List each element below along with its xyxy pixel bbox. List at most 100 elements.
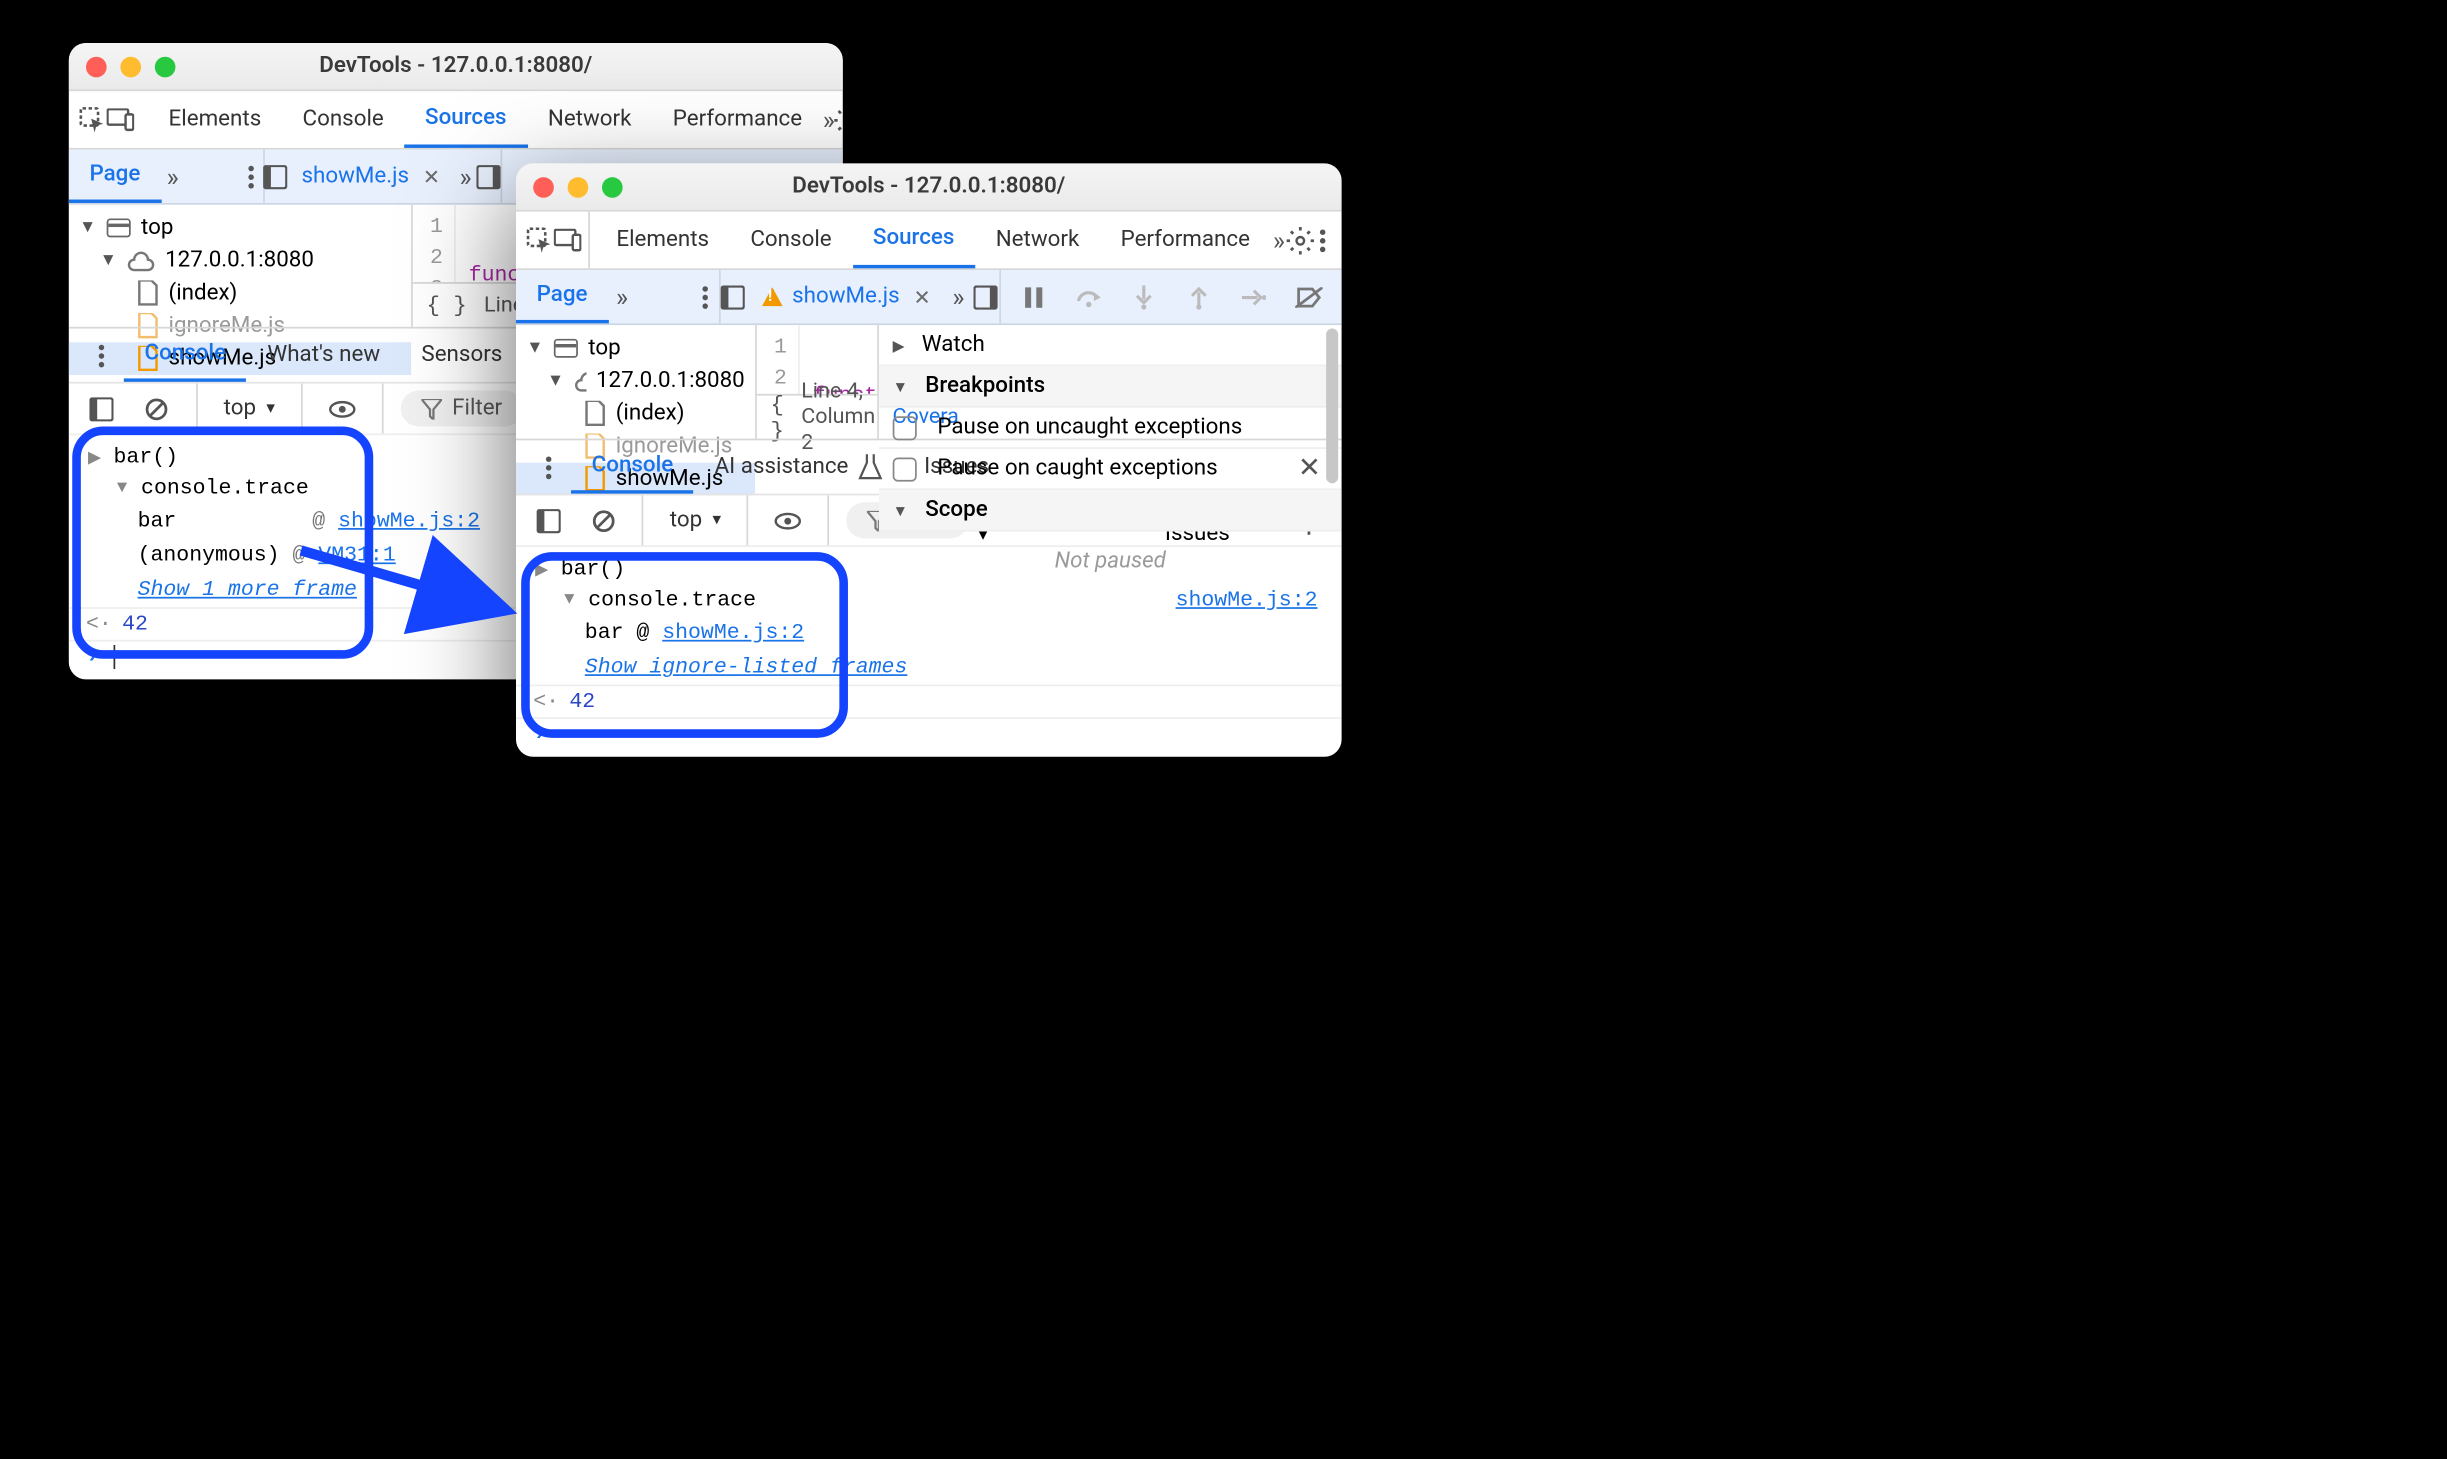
tab-network[interactable]: Network — [527, 91, 652, 148]
sidebar-toggle-icon[interactable] — [526, 498, 570, 543]
kebab-icon[interactable] — [526, 445, 571, 490]
trace-frame: bar @ showMe.js:2 — [516, 616, 1342, 650]
tab-sources[interactable]: Sources — [852, 212, 975, 269]
sidebar-toggle-icon[interactable] — [79, 386, 124, 431]
watch-section[interactable]: Watch — [879, 325, 1342, 366]
kebab-icon[interactable] — [1315, 218, 1332, 263]
window-traffic-lights[interactable] — [86, 56, 175, 77]
maximize-icon[interactable] — [155, 56, 176, 77]
step-over-icon[interactable] — [1066, 274, 1111, 319]
device-toggle-icon[interactable] — [107, 97, 135, 142]
source-link[interactable]: showMe.js:2 — [662, 621, 804, 645]
pretty-print-icon[interactable]: { } — [771, 391, 784, 443]
kebab-icon[interactable] — [79, 333, 124, 378]
tree-node-host[interactable]: ▼ 127.0.0.1:8080 — [516, 365, 755, 398]
file-tab-showme[interactable]: showMe.js ✕ — [288, 150, 454, 203]
panel-right-icon[interactable] — [477, 154, 501, 199]
window-traffic-lights[interactable] — [533, 176, 622, 197]
maximize-icon[interactable] — [602, 176, 623, 197]
file-tabs-overflow-icon[interactable] — [945, 274, 973, 319]
panel-left-icon[interactable] — [720, 274, 748, 319]
live-expression-icon[interactable] — [766, 498, 810, 543]
close-icon[interactable] — [533, 176, 554, 197]
tree-node-top[interactable]: ▼top — [516, 332, 755, 365]
inspect-icon[interactable] — [79, 97, 107, 142]
minimize-icon[interactable] — [568, 176, 589, 197]
tree-node-host[interactable]: ▼ 127.0.0.1:8080 — [69, 244, 411, 277]
navigator-overflow-icon[interactable] — [161, 154, 184, 199]
kebab-icon[interactable] — [691, 274, 719, 319]
device-toggle-icon[interactable] — [554, 218, 582, 263]
gear-icon[interactable] — [835, 97, 843, 142]
cloud-icon — [127, 250, 155, 271]
context-selector[interactable]: top — [215, 390, 284, 426]
breakpoints-section[interactable]: Breakpoints — [879, 366, 1342, 407]
debugger-sidebar: Watch Breakpoints Pause on uncaught exce… — [877, 325, 1341, 439]
drawer-tab-console[interactable]: Console — [124, 329, 247, 382]
kebab-icon[interactable] — [239, 154, 262, 199]
source-link[interactable]: showMe.js:2 — [1176, 588, 1318, 612]
funnel-icon — [421, 398, 442, 419]
clear-console-icon[interactable] — [134, 386, 179, 431]
scrollbar[interactable] — [1326, 329, 1338, 484]
tab-elements[interactable]: Elements — [596, 212, 730, 269]
deactivate-breakpoints-icon[interactable] — [1287, 274, 1332, 319]
drawer-tab-ai[interactable]: AI assistance — [694, 440, 904, 493]
pause-uncaught-checkbox[interactable]: Pause on uncaught exceptions — [879, 408, 1342, 449]
drawer-tab-whats-new[interactable]: What's new — [247, 329, 401, 382]
source-link[interactable]: VM31:1 — [318, 544, 395, 568]
tab-elements[interactable]: Elements — [148, 91, 282, 148]
file-tabs-overflow-icon[interactable] — [454, 154, 477, 199]
minimize-icon[interactable] — [120, 56, 141, 77]
navigator-tab-page[interactable]: Page — [516, 270, 608, 323]
clear-console-icon[interactable] — [581, 498, 625, 543]
console-prompt[interactable]: › — [516, 717, 1342, 750]
console-trace-header[interactable]: ▼console.trace showMe.js:2 — [516, 585, 1342, 616]
overflow-tabs-icon[interactable] — [1271, 218, 1288, 263]
pause-caught-checkbox[interactable]: Pause on caught exceptions — [879, 449, 1342, 490]
tab-network[interactable]: Network — [975, 212, 1100, 269]
tab-console[interactable]: Console — [282, 91, 405, 148]
console-row[interactable]: ▶bar() — [516, 554, 1342, 585]
show-ignored-frames-link[interactable]: Show ignore-listed frames — [585, 655, 908, 679]
panel-left-icon[interactable] — [264, 154, 288, 199]
debugger-controls — [1001, 274, 1342, 319]
file-tab-showme[interactable]: showMe.js ✕ — [747, 270, 944, 323]
panel-right-icon[interactable] — [972, 274, 1000, 319]
file-tab-label: showMe.js — [792, 284, 900, 310]
navigator-tab-page[interactable]: Page — [69, 150, 161, 203]
overflow-tabs-icon[interactable] — [823, 97, 835, 142]
tab-sources[interactable]: Sources — [404, 91, 527, 148]
step-out-icon[interactable] — [1176, 274, 1221, 319]
drawer-tab-console[interactable]: Console — [571, 440, 694, 493]
close-icon[interactable]: ✕ — [913, 285, 930, 309]
console-body: ▶bar() ▼console.trace showMe.js:2 bar @ … — [516, 547, 1342, 757]
step-into-icon[interactable] — [1121, 274, 1166, 319]
file-tab-label: showMe.js — [301, 163, 409, 189]
inspect-icon[interactable] — [526, 218, 554, 263]
close-icon[interactable] — [86, 56, 107, 77]
tree-label: 127.0.0.1:8080 — [165, 248, 314, 274]
tab-console[interactable]: Console — [730, 212, 853, 269]
live-expression-icon[interactable] — [320, 386, 365, 431]
scope-section[interactable]: Scope — [879, 490, 1342, 531]
context-selector[interactable]: top — [661, 502, 730, 538]
pause-icon[interactable] — [1011, 274, 1056, 319]
tab-performance[interactable]: Performance — [652, 91, 823, 148]
close-icon[interactable]: ✕ — [423, 164, 440, 188]
titlebar: DevTools - 127.0.0.1:8080/ — [516, 163, 1342, 211]
pretty-print-icon[interactable]: { } — [427, 292, 467, 318]
navigator-overflow-icon[interactable] — [608, 274, 636, 319]
file-tree: ▼top ▼ 127.0.0.1:8080 (index) ignoreMe.j… — [69, 205, 413, 327]
tree-file-index[interactable]: (index) — [516, 397, 755, 430]
show-more-frames-link[interactable]: Show 1 more frame — [138, 578, 357, 602]
filter-input[interactable]: Filter — [401, 390, 523, 426]
tree-file-index[interactable]: (index) — [69, 277, 411, 310]
drawer-tab-sensors[interactable]: Sensors — [401, 329, 523, 382]
source-link[interactable]: showMe.js:2 — [338, 509, 480, 533]
step-icon[interactable] — [1231, 274, 1276, 319]
document-icon — [585, 401, 606, 427]
gear-icon[interactable] — [1287, 218, 1315, 263]
tree-node-top[interactable]: ▼top — [69, 212, 411, 245]
tab-performance[interactable]: Performance — [1100, 212, 1271, 269]
